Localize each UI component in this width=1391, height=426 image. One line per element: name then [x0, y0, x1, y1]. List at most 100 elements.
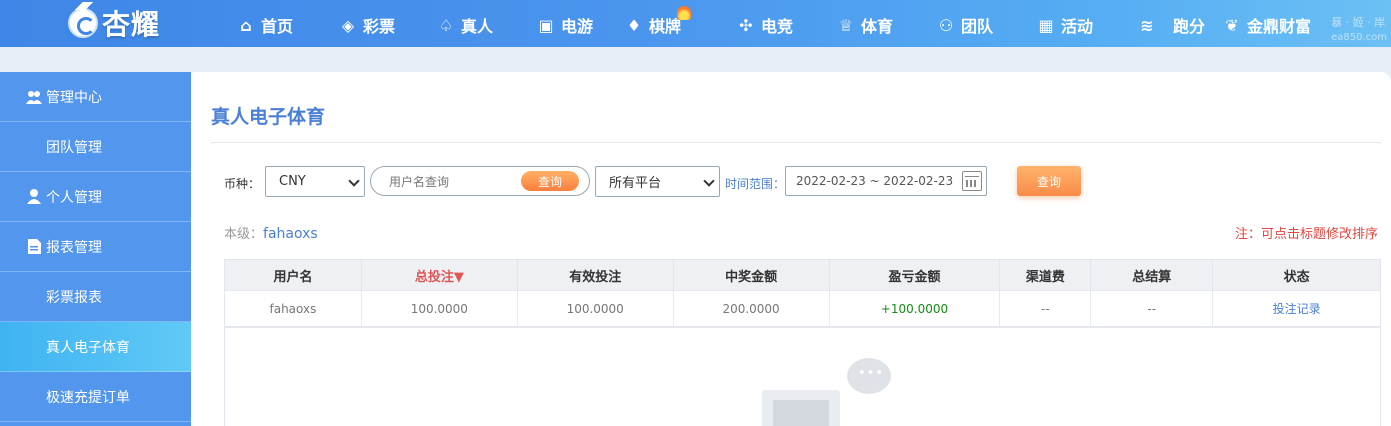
nav-item-wealth[interactable]: ❦ 金鼎财富: [1222, 13, 1311, 37]
cell-channel-fee: --: [999, 290, 1092, 327]
sidebar-item-label: 真人电子体育: [46, 339, 130, 356]
live-dealer-icon: ♤: [438, 15, 454, 35]
nav-label: 团队: [961, 17, 994, 36]
cell-valid-bet: 100.0000: [517, 290, 674, 327]
page-title: 真人电子体育: [211, 106, 326, 128]
header-username[interactable]: 用户名: [224, 259, 362, 291]
empty-state: [224, 327, 1381, 426]
currency-label: 币种：: [224, 177, 261, 191]
username-search-input[interactable]: [389, 173, 509, 190]
cell-win-amount: 200.0000: [673, 290, 830, 327]
level-username[interactable]: fahaoxs: [263, 226, 318, 242]
cell-profit-loss: +100.0000: [829, 290, 1001, 327]
sidebar-item-label: 管理中心: [46, 89, 102, 106]
platform-value: 所有平台: [609, 176, 662, 191]
wealth-icon: ❦: [1225, 15, 1239, 35]
sidebar-item-label: 个人管理: [46, 189, 102, 206]
query-button[interactable]: 查询: [1017, 166, 1081, 196]
date-range-picker[interactable]: 2022-02-23 ~ 2022-02-23: [785, 166, 987, 196]
header-total-bet[interactable]: 总投注▼: [361, 259, 518, 291]
logo-emblem-icon: [68, 2, 98, 38]
nav-item-running[interactable]: ≋ 跑分: [1126, 13, 1205, 37]
user-icon: [26, 189, 42, 205]
sidebar-item-label: 极速充提订单: [46, 389, 130, 406]
table-row: fahaoxs 100.0000 100.0000 200.0000 +100.…: [224, 290, 1381, 327]
currency-select[interactable]: CNY: [265, 166, 365, 197]
sidebar-item-label: 彩票报表: [46, 289, 102, 306]
cell-total-bet: 100.0000: [361, 290, 518, 327]
team-icon: ⚇: [938, 15, 954, 35]
nav-item-live[interactable]: ♤ 真人: [436, 13, 493, 37]
platform-select[interactable]: 所有平台: [595, 166, 720, 197]
username-search-box: 查询: [370, 166, 590, 196]
chevron-down-icon: [348, 175, 360, 187]
header-status: 状态: [1212, 259, 1381, 291]
chevron-down-icon: [703, 175, 715, 187]
sidebar-item-label: 报表管理: [46, 239, 102, 256]
running-icon: ≋: [1140, 15, 1154, 35]
divider: [211, 142, 1381, 143]
nav-item-activity[interactable]: ▦ 活动: [1036, 13, 1093, 37]
calendar-icon: [962, 171, 982, 191]
watermark: 暴 · 姬 · 岸 ea850.com: [1331, 14, 1387, 43]
level-label: 本级：: [224, 227, 264, 242]
search-button[interactable]: 查询: [521, 171, 579, 191]
cell-total-settlement: --: [1090, 290, 1214, 327]
sidebar-item-management-center[interactable]: 管理中心: [0, 72, 191, 122]
nav-item-chess[interactable]: ♦ 棋牌: [624, 6, 692, 37]
nav-label: 活动: [1061, 17, 1094, 36]
current-level: 本级：fahaoxs: [224, 223, 318, 242]
hot-flame-icon: [677, 6, 692, 20]
gift-icon: ▦: [1038, 15, 1054, 35]
nav-label: 真人: [461, 17, 494, 36]
sidebar-item-personal-management[interactable]: 个人管理: [0, 172, 191, 222]
header-valid-bet[interactable]: 有效投注: [517, 259, 674, 291]
main-panel: 真人电子体育 币种： CNY 查询 所有平台 时间范围： 2022-02-23 …: [191, 72, 1391, 426]
sidebar-item-fast-deposit-orders[interactable]: 极速充提订单: [0, 372, 191, 422]
nav-label: 电游: [561, 17, 594, 36]
empty-document-icon: [762, 390, 840, 426]
sidebar-item-live-electronic-sports[interactable]: 真人电子体育: [0, 322, 191, 372]
sidebar: 管理中心 团队管理 个人管理 报表管理 彩票报表 真人电子体育 极速充提订单: [0, 72, 191, 426]
nav-item-egames[interactable]: ▣ 电游: [536, 13, 593, 37]
bet-records-link[interactable]: 投注记录: [1212, 290, 1381, 327]
nav-label: 体育: [861, 17, 894, 36]
nav-label: 彩票: [363, 17, 396, 36]
nav-item-home[interactable]: ⌂ 首页: [236, 13, 293, 37]
sidebar-item-report-management[interactable]: 报表管理: [0, 222, 191, 272]
report-table: 用户名 总投注▼ 有效投注 中奖金额 盈亏金额 渠道费 总结算 状态 fahao…: [224, 259, 1381, 327]
nav-item-team[interactable]: ⚇ 团队: [936, 13, 993, 37]
chat-bubble-icon: [847, 358, 891, 394]
sort-note: 注：可点击标题修改排序: [1234, 227, 1378, 242]
header-win-amount[interactable]: 中奖金额: [673, 259, 830, 291]
sidebar-item-lottery-report[interactable]: 彩票报表: [0, 272, 191, 322]
nav-item-sports[interactable]: ♕ 体育: [836, 13, 893, 37]
currency-value: CNY: [279, 174, 306, 189]
sidebar-item-label: 团队管理: [46, 139, 102, 156]
sidebar-item-team-management[interactable]: 团队管理: [0, 122, 191, 172]
home-icon: ⌂: [240, 15, 252, 35]
nav-item-esports[interactable]: ✣ 电竞: [736, 13, 793, 37]
gamepad-icon: ✣: [739, 15, 753, 35]
nav-label: 金鼎财富: [1247, 17, 1312, 36]
header-channel-fee[interactable]: 渠道费: [999, 259, 1092, 291]
trophy-icon: ♕: [838, 15, 854, 35]
nav-item-lottery[interactable]: ◈ 彩票: [338, 13, 395, 37]
logo[interactable]: 杏耀: [68, 2, 161, 41]
top-navbar: 杏耀 ⌂ 首页 ◈ 彩票 ♤ 真人 ▣ 电游 ♦ 棋牌 ✣ 电竞 ♕ 体育 ⚇ …: [0, 0, 1391, 47]
logo-text: 杏耀: [102, 8, 161, 41]
header-profit-loss[interactable]: 盈亏金额: [829, 259, 1001, 291]
watermark-line2: ea850.com: [1331, 32, 1387, 43]
team-icon: [26, 89, 42, 105]
date-range-value: 2022-02-23 ~ 2022-02-23: [796, 174, 954, 188]
nav-label: 电竞: [761, 17, 794, 36]
table-header-row: 用户名 总投注▼ 有效投注 中奖金额 盈亏金额 渠道费 总结算 状态: [224, 259, 1381, 291]
document-icon: [26, 239, 42, 255]
lottery-ticket-icon: ◈: [341, 15, 355, 35]
watermark-line1: 暴 · 姬 · 岸: [1331, 16, 1386, 29]
header-total-settlement[interactable]: 总结算: [1090, 259, 1214, 291]
cell-username: fahaoxs: [224, 290, 362, 327]
time-range-label: 时间范围：: [725, 177, 786, 191]
nav-label: 首页: [261, 17, 294, 36]
nav-label: 跑分: [1173, 17, 1206, 36]
